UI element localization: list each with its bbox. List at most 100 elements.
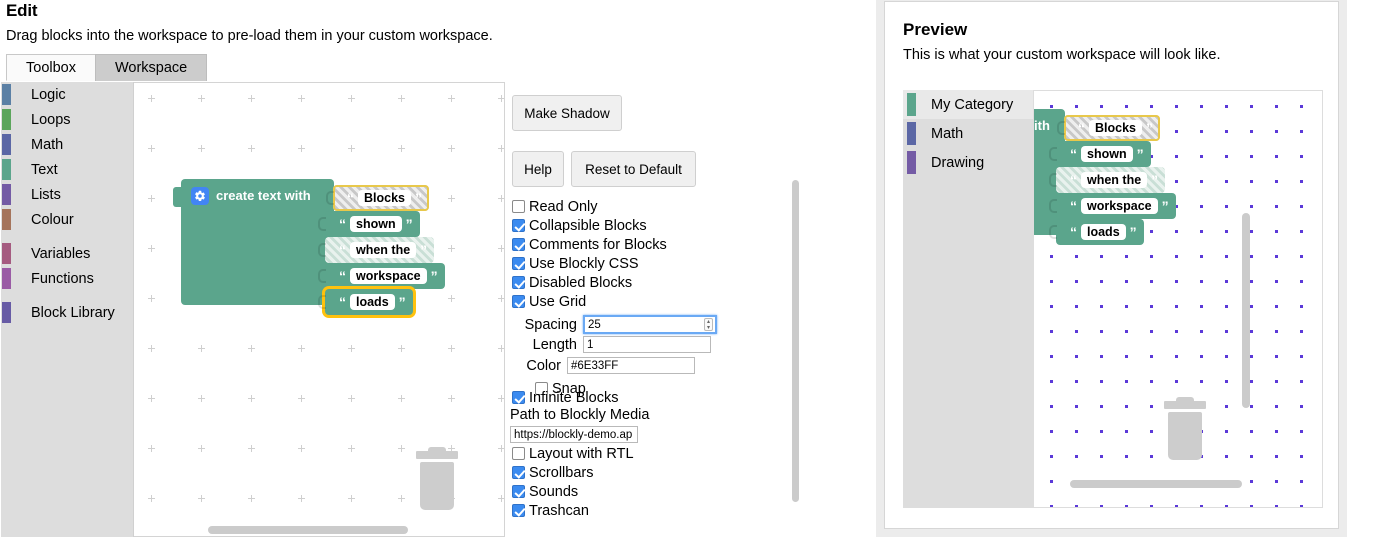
- toolbox-category-variables[interactable]: Variables: [1, 241, 133, 266]
- preview-text-block-shown[interactable]: “shown”: [1056, 141, 1151, 167]
- block-input-plug: [318, 243, 326, 257]
- block-text-field[interactable]: when the: [350, 242, 416, 258]
- edit-horizontal-scrollbar[interactable]: [208, 526, 408, 534]
- grid-dot: [1175, 505, 1178, 508]
- grid-dot: [1150, 105, 1153, 108]
- grid-spacing-stepper[interactable]: ▴ ▾: [704, 318, 713, 331]
- quote-open-icon: “: [1070, 147, 1077, 161]
- preview-text-block-when-the[interactable]: “when the”: [1056, 167, 1165, 193]
- block-text-field[interactable]: shown: [1081, 146, 1133, 162]
- grid-dot: [1300, 305, 1303, 308]
- preview-category-math[interactable]: Math: [903, 119, 1033, 148]
- category-color-swatch: [2, 268, 11, 289]
- preview-text-block-workspace[interactable]: “workspace”: [1056, 193, 1176, 219]
- toolbox-category-loops[interactable]: Loops: [1, 107, 133, 132]
- trashcan-checkbox[interactable]: [512, 504, 525, 517]
- infinite-blocks-checkbox[interactable]: [512, 391, 525, 404]
- preview-block-stack[interactable]: ith “Blocks”“shown”“when the”“workspace”…: [1033, 109, 1065, 235]
- tab-workspace[interactable]: Workspace: [95, 54, 207, 81]
- text-block-when-the[interactable]: “when the”: [325, 237, 434, 263]
- text-block-shown[interactable]: “shown”: [325, 211, 420, 237]
- grid-dot: [148, 495, 155, 502]
- media-path-input[interactable]: [510, 426, 638, 443]
- preview-text-block-loads[interactable]: “loads”: [1056, 219, 1144, 245]
- grid-dot: [1250, 455, 1253, 458]
- disabled-blocks-checkbox[interactable]: [512, 276, 525, 289]
- block-text-field[interactable]: shown: [350, 216, 402, 232]
- grid-dot: [298, 345, 305, 352]
- make-shadow-button[interactable]: Make Shadow: [512, 95, 622, 131]
- grid-dot: [448, 95, 455, 102]
- grid-dot: [1225, 280, 1228, 283]
- toolbox-category-colour[interactable]: Colour: [1, 207, 133, 232]
- text-block-loads[interactable]: “loads”: [325, 289, 413, 315]
- layout-with-rtl-checkbox[interactable]: [512, 447, 525, 460]
- grid-dot: [198, 445, 205, 452]
- grid-length-input[interactable]: [583, 336, 711, 353]
- category-label: Variables: [31, 246, 90, 262]
- quote-close-icon: ”: [1130, 225, 1137, 239]
- toolbox-category-math[interactable]: Math: [1, 132, 133, 157]
- edit-panel-vertical-scrollbar[interactable]: [792, 180, 799, 502]
- reset-to-default-button[interactable]: Reset to Default: [571, 151, 696, 187]
- preview-vertical-scrollbar[interactable]: [1242, 213, 1250, 408]
- block-text-field[interactable]: workspace: [1081, 198, 1158, 214]
- edit-workspace[interactable]: create text with “Blocks”“shown”“when th…: [134, 82, 505, 537]
- grid-dot: [398, 445, 405, 452]
- block-text-field[interactable]: loads: [350, 294, 395, 310]
- toolbox-category-functions[interactable]: Functions: [1, 266, 133, 291]
- block-text-field[interactable]: Blocks: [358, 190, 411, 206]
- grid-dot: [1050, 480, 1053, 483]
- grid-dot: [248, 395, 255, 402]
- grid-dot: [1175, 180, 1178, 183]
- block-text-field[interactable]: loads: [1081, 224, 1126, 240]
- use-grid-checkbox[interactable]: [512, 295, 525, 308]
- grid-dot: [1200, 180, 1203, 183]
- create-text-with-block[interactable]: create text with: [181, 179, 334, 305]
- option-label: Layout with RTL: [529, 446, 634, 462]
- preview-horizontal-scrollbar[interactable]: [1070, 480, 1242, 488]
- trashcan-lid: [416, 451, 458, 459]
- grid-spacing-input[interactable]: [583, 315, 717, 334]
- toolbox-category-lists[interactable]: Lists: [1, 182, 133, 207]
- block-stack[interactable]: create text with “Blocks”“shown”“when th…: [181, 179, 334, 305]
- grid-dot: [1200, 255, 1203, 258]
- sounds-checkbox[interactable]: [512, 485, 525, 498]
- toolbox-category-text[interactable]: Text: [1, 157, 133, 182]
- help-button[interactable]: Help: [512, 151, 564, 187]
- gear-icon[interactable]: [191, 187, 209, 205]
- block-text-field[interactable]: Blocks: [1089, 120, 1142, 136]
- grid-dot: [1250, 480, 1253, 483]
- block-text-field[interactable]: when the: [1081, 172, 1147, 188]
- preview-category-drawing[interactable]: Drawing: [903, 148, 1033, 177]
- text-block-blocks[interactable]: “Blocks”: [333, 185, 429, 211]
- preview-category-my-category[interactable]: My Category: [903, 90, 1033, 119]
- block-input-plug: [1049, 147, 1057, 161]
- block-input-plug: [318, 295, 326, 309]
- grid-dot: [1175, 230, 1178, 233]
- scrollbars-checkbox[interactable]: [512, 466, 525, 479]
- preview-category-label: My Category: [931, 97, 1013, 113]
- read-only-checkbox[interactable]: [512, 200, 525, 213]
- quote-open-icon: “: [339, 269, 346, 283]
- grid-dot: [348, 395, 355, 402]
- text-block-workspace[interactable]: “workspace”: [325, 263, 445, 289]
- preview-text-block-blocks[interactable]: “Blocks”: [1064, 115, 1160, 141]
- grid-dot: [148, 95, 155, 102]
- grid-dot: [1200, 505, 1203, 508]
- block-text-field[interactable]: workspace: [350, 268, 427, 284]
- collapsible-blocks-checkbox[interactable]: [512, 219, 525, 232]
- grid-color-row: Color: [512, 356, 737, 375]
- grid-color-input[interactable]: [567, 357, 695, 374]
- toolbox-category-block-library[interactable]: Block Library: [1, 300, 133, 325]
- preview-workspace[interactable]: ith “Blocks”“shown”“when the”“workspace”…: [1033, 90, 1323, 508]
- grid-dot: [1275, 480, 1278, 483]
- use-blockly-css-checkbox[interactable]: [512, 257, 525, 270]
- block-input-plug: [1049, 199, 1057, 213]
- toolbox-category-logic[interactable]: Logic: [1, 82, 133, 107]
- option-label: Read Only: [529, 199, 598, 215]
- comments-for-blocks-checkbox[interactable]: [512, 238, 525, 251]
- category-label: Math: [31, 137, 63, 153]
- trashcan-body: [420, 462, 454, 510]
- tab-toolbox[interactable]: Toolbox: [6, 54, 96, 81]
